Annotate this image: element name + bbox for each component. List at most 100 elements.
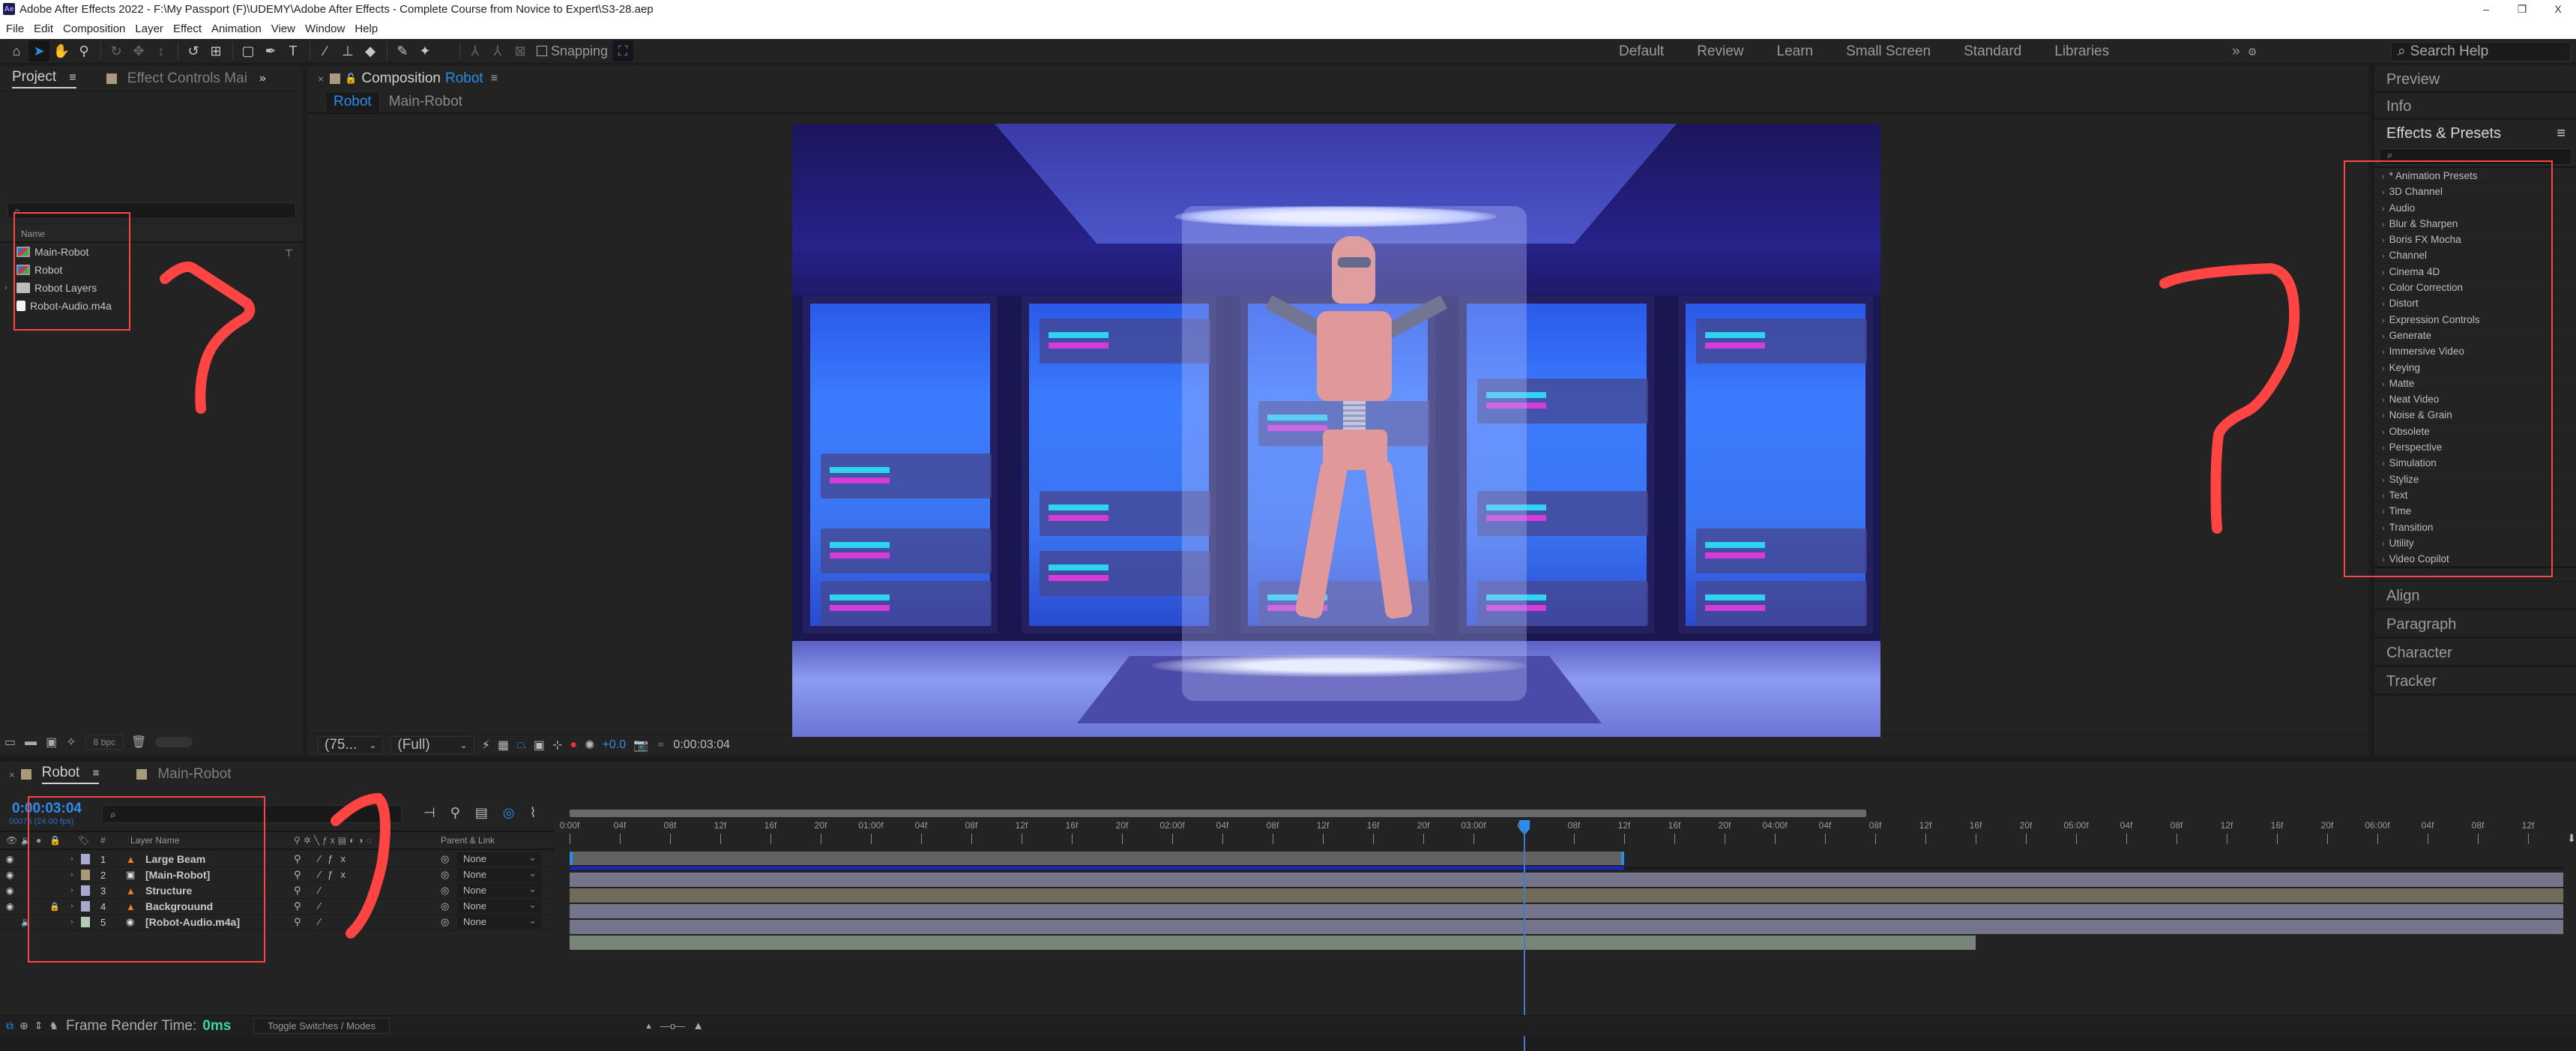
parent-dropdown[interactable]: None: [457, 914, 541, 929]
type-tool-icon[interactable]: T: [283, 40, 304, 61]
current-time-display[interactable]: 0:00:03:04: [673, 738, 730, 752]
frame-blending-icon[interactable]: ▤: [475, 805, 488, 821]
draft-3d-icon[interactable]: ⚲: [450, 805, 460, 821]
thumbnail-slider[interactable]: [155, 737, 193, 747]
eye-icon[interactable]: ◉: [6, 885, 13, 896]
composition-flowchart-icon[interactable]: ⊣: [423, 805, 435, 821]
menu-window[interactable]: Window: [305, 22, 345, 35]
transfer-controls-icon[interactable]: ⊕: [19, 1020, 28, 1032]
layer-switches[interactable]: ⚲ ∕: [294, 900, 328, 912]
menu-effect[interactable]: Effect: [173, 22, 202, 35]
layer-duration-bar[interactable]: [570, 888, 2563, 903]
workspace-default[interactable]: Default: [1619, 43, 1664, 60]
snap-grid-icon[interactable]: ⛶: [612, 40, 634, 61]
pick-whip-icon[interactable]: ◎: [441, 916, 449, 928]
composition-tab-name[interactable]: Robot: [445, 70, 483, 87]
lock-icon[interactable]: 🔓: [345, 73, 357, 85]
timeline-tab-main-robot[interactable]: Main-Robot: [157, 766, 231, 783]
parent-dropdown[interactable]: None: [457, 867, 541, 882]
hand-tool-icon[interactable]: ✋: [51, 40, 72, 61]
stretch-icon[interactable]: ♞: [49, 1020, 58, 1032]
new-folder-icon[interactable]: ▬: [25, 735, 37, 749]
panel-menu-icon[interactable]: ≡: [93, 767, 100, 780]
panel-paragraph[interactable]: Paragraph: [2374, 610, 2576, 639]
view-axis-icon[interactable]: ⊠: [510, 40, 531, 61]
zoom-tool-icon[interactable]: ⚲: [73, 40, 94, 61]
render-options-icon[interactable]: ⧉: [6, 1020, 13, 1032]
workspace-learn[interactable]: Learn: [1777, 43, 1814, 60]
parent-dropdown[interactable]: None: [457, 882, 541, 897]
composition-tab-prefix[interactable]: Composition: [361, 70, 441, 87]
workspace-settings-icon[interactable]: ⚙: [2248, 46, 2257, 58]
resolution-dropdown[interactable]: (Full) ⌄: [390, 735, 474, 754]
layer-duration-bar[interactable]: [570, 920, 2563, 934]
snapping-toggle[interactable]: Snapping: [537, 43, 608, 59]
workspace-libraries[interactable]: Libraries: [2054, 43, 2109, 60]
panel-preview[interactable]: Preview: [2374, 66, 2576, 93]
workspace-overflow-button[interactable]: »: [2232, 43, 2240, 60]
brush-tool-icon[interactable]: ∕: [315, 40, 336, 61]
puppet-pin-tool-icon[interactable]: ✦: [414, 40, 435, 61]
workspace-review[interactable]: Review: [1697, 43, 1743, 60]
region-of-interest-icon[interactable]: ▣: [534, 738, 545, 753]
tab-effect-controls[interactable]: Effect Controls Mai: [127, 70, 247, 87]
tab-project[interactable]: Project ≡: [12, 69, 76, 88]
menu-file[interactable]: File: [6, 22, 24, 35]
color-management-icon[interactable]: ✺: [585, 738, 594, 753]
layer-duration-bar[interactable]: [570, 936, 1976, 950]
timeline-tab-robot[interactable]: Robot ≡: [41, 765, 100, 784]
search-help-input[interactable]: ⌕ Search Help: [2391, 42, 2571, 61]
pick-whip-icon[interactable]: ◎: [441, 900, 449, 912]
panel-menu-icon[interactable]: ≡: [491, 72, 498, 85]
snapshot-icon[interactable]: 📷: [633, 738, 648, 753]
home-icon[interactable]: ⌂: [6, 40, 27, 61]
panel-character[interactable]: Character: [2374, 639, 2576, 668]
menu-layer[interactable]: Layer: [135, 22, 163, 35]
magnification-dropdown[interactable]: (75... ⌄: [318, 735, 384, 754]
selection-tool-icon[interactable]: ➤: [28, 40, 49, 61]
panel-info[interactable]: Info: [2374, 93, 2576, 120]
interpret-footage-icon[interactable]: ▭: [4, 735, 16, 750]
snapping-checkbox[interactable]: [537, 46, 547, 56]
layer-switches[interactable]: ⚲ ∕ƒx: [294, 853, 353, 865]
clone-stamp-tool-icon[interactable]: ⊥: [337, 40, 358, 61]
pick-whip-icon[interactable]: ◎: [441, 853, 449, 865]
orbit-camera-icon[interactable]: ↻: [106, 40, 127, 61]
eraser-tool-icon[interactable]: ◆: [360, 40, 381, 61]
work-area-bar[interactable]: [570, 852, 1624, 865]
menu-animation[interactable]: Animation: [211, 22, 262, 35]
video-toggle-header-icon[interactable]: 👁: [6, 835, 17, 846]
panel-menu-icon[interactable]: ≡: [2557, 120, 2566, 147]
transparency-grid-icon[interactable]: ▦: [498, 738, 509, 753]
toggle-switches-modes-button[interactable]: Toggle Switches / Modes: [253, 1018, 390, 1034]
pick-whip-icon[interactable]: ◎: [441, 869, 449, 881]
layer-switches[interactable]: ⚲ ∕: [294, 885, 328, 897]
new-composition-icon[interactable]: ▣: [46, 735, 57, 750]
timeline-zoom-slider[interactable]: —o—: [660, 1020, 685, 1032]
breadcrumb-robot[interactable]: Robot: [325, 91, 380, 112]
bit-depth-button[interactable]: 8 bpc: [85, 735, 124, 750]
close-tab-icon[interactable]: ×: [318, 73, 324, 85]
in-out-icon[interactable]: ⇕: [34, 1020, 43, 1032]
pen-tool-icon[interactable]: ✒: [260, 40, 281, 61]
rectangle-tool-icon[interactable]: ▢: [238, 40, 259, 61]
eye-icon[interactable]: ◉: [6, 901, 13, 912]
zoom-out-icon[interactable]: ▲: [645, 1022, 653, 1031]
parent-dropdown[interactable]: None: [457, 851, 541, 866]
time-navigator[interactable]: [570, 810, 1866, 817]
comp-marker-bin-icon[interactable]: ⬇: [2567, 832, 2576, 845]
workspace-small-screen[interactable]: Small Screen: [1846, 43, 1931, 60]
color-channels-icon[interactable]: ●: [570, 738, 577, 752]
delete-icon[interactable]: 🗑: [131, 735, 146, 750]
fast-previews-icon[interactable]: ⚡: [482, 738, 490, 753]
layer-switches[interactable]: ⚲ ∕: [294, 916, 328, 928]
show-snapshot-icon[interactable]: ⚭: [656, 738, 666, 753]
menu-composition[interactable]: Composition: [63, 22, 125, 35]
rotation-tool-icon[interactable]: ↺: [183, 40, 204, 61]
close-tab-icon[interactable]: ×: [9, 769, 15, 780]
workspace-standard[interactable]: Standard: [1964, 43, 2021, 60]
pan-behind-tool-icon[interactable]: ⊞: [205, 40, 226, 61]
menu-edit[interactable]: Edit: [34, 22, 53, 35]
close-button[interactable]: X: [2540, 0, 2576, 18]
panel-effects-presets[interactable]: Effects & Presets ≡: [2374, 120, 2576, 147]
